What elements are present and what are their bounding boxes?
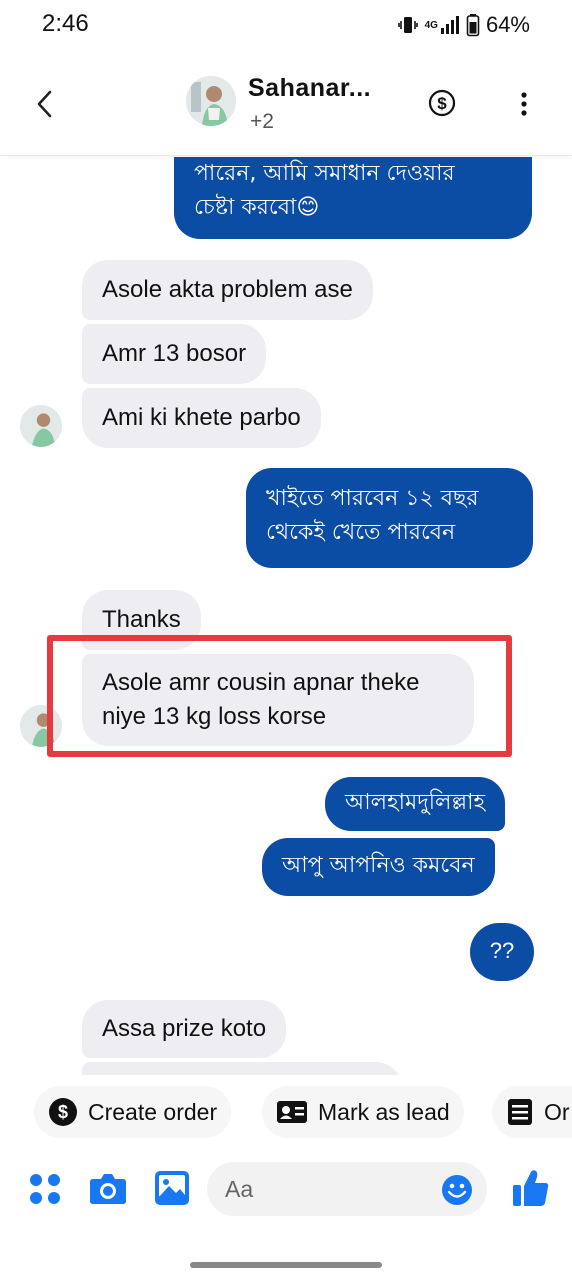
message-text: চেষ্টা করবো😊 [194,195,320,220]
message-bubble-outgoing[interactable]: আপু আপনিও কমবেন [262,838,495,896]
message-bubble-incoming[interactable]: Asole akta problem ase [82,260,373,320]
avatar-photo-icon [20,405,62,447]
apps-icon[interactable] [28,1172,62,1206]
create-order-button[interactable]: $ Create order [34,1086,232,1138]
like-icon[interactable] [512,1168,550,1208]
message-bubble-outgoing[interactable]: পারেন, আমি সমাধান দেওয়ার চেষ্টা করবো😊 [174,157,532,239]
dollar-icon[interactable]: $ [428,89,456,117]
conversation-title[interactable]: Sahanar... [248,74,371,103]
message-list[interactable]: পারেন, আমি সমাধান দেওয়ার চেষ্টা করবো😊 A… [0,157,572,1075]
emoji-icon[interactable] [441,1174,473,1206]
status-time: 2:46 [42,10,89,37]
message-bubble-incoming[interactable]: Amr 13 bosor [82,324,267,384]
status-bar: 2:46 4G 64% [0,0,572,52]
message-bubble-outgoing[interactable]: আলহামদুলিল্লাহ [325,777,506,831]
battery-percent: 64% [485,12,530,37]
quick-actions-bar: $ Create order Mark as lead Or [0,1082,572,1142]
vibrate-icon [397,17,418,33]
avatar-photo-icon [186,76,236,126]
svg-text:$: $ [58,1102,68,1122]
message-text: খাইতে পারবেন ১২ বছর [266,486,479,511]
message-text: আলহামদুলিল্লাহ [345,790,486,815]
network-label: 4G [424,19,438,31]
message-bubble-incoming[interactable]: Assa prize koto [82,1000,287,1058]
id-card-icon [277,1101,307,1123]
mark-as-lead-button[interactable]: Mark as lead [262,1086,464,1138]
contact-avatar-small[interactable] [20,405,62,447]
chip-label: Mark as lead [318,1098,450,1125]
participant-count: +2 [250,110,274,133]
message-text: Assa prize koto [102,1015,267,1042]
camera-icon[interactable] [89,1171,127,1205]
chat-header: Sahanar... +2 $ [0,56,572,156]
chip-label: Create order [88,1098,218,1125]
message-text: Thanks [102,606,181,633]
back-arrow-icon[interactable] [30,84,60,124]
chip-label: Or [544,1098,570,1125]
message-text: পারেন, আমি সমাধান দেওয়ার [194,161,455,186]
message-text: Amr 13 bosor [102,340,247,367]
contact-avatar[interactable] [186,76,236,126]
svg-text:$: $ [437,94,447,113]
dollar-circle-icon: $ [49,1098,77,1126]
home-indicator [190,1262,382,1268]
message-bubble-incoming[interactable]: Ami ki khete parbo [82,388,321,448]
message-bubble-outgoing[interactable]: ?? [470,923,534,981]
order-form-button[interactable]: Or [492,1086,572,1138]
battery-icon [466,14,480,37]
message-text: আপু আপনিও কমবেন [282,853,475,878]
form-icon [508,1099,532,1125]
message-text: Asole akta problem ase [102,276,353,303]
signal-icon [440,16,459,34]
message-bubble-outgoing[interactable]: খাইতে পারবেন ১২ বছর থেকেই খেতে পারবেন [246,468,533,568]
message-text: ?? [489,938,515,963]
message-text: Ami ki khete parbo [102,404,301,431]
gallery-icon[interactable] [154,1170,190,1206]
message-text: থেকেই খেতে পারবেন [266,520,456,545]
message-composer [0,1154,572,1224]
highlight-box [47,635,512,757]
message-bubble-incoming-partial[interactable] [82,1062,402,1075]
more-vert-icon[interactable] [514,90,534,118]
